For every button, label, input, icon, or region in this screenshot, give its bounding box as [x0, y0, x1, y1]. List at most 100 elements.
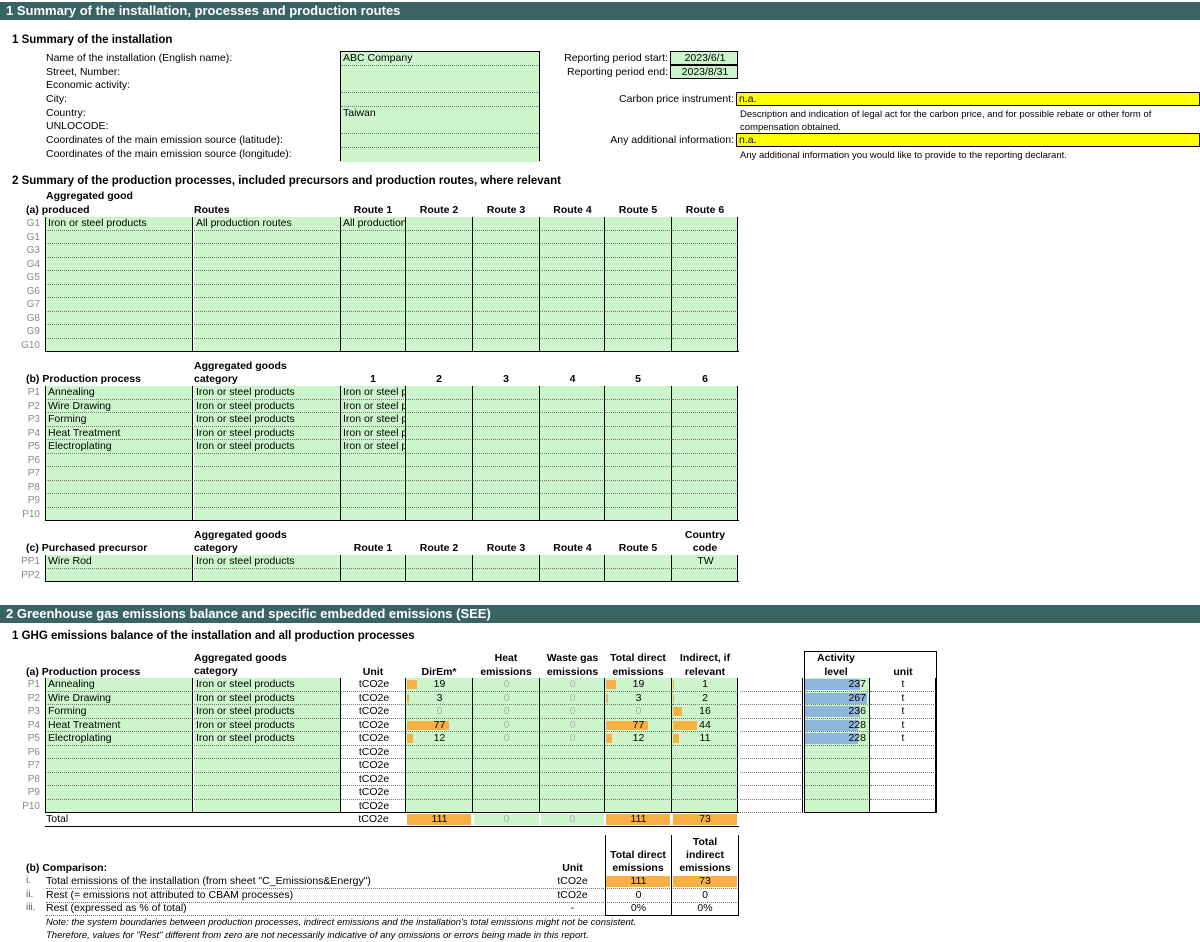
process-cell[interactable] [406, 480, 473, 494]
process-cell[interactable] [194, 480, 341, 494]
goods-cell[interactable] [194, 244, 341, 258]
goods-cell[interactable] [540, 298, 605, 312]
process-cell[interactable] [473, 413, 540, 427]
process-cell[interactable] [473, 426, 540, 440]
goods-cell[interactable] [406, 298, 473, 312]
goods-cell[interactable] [473, 257, 540, 271]
process-cell[interactable] [406, 440, 473, 454]
process-cell[interactable] [406, 399, 473, 413]
process-cell[interactable] [605, 399, 672, 413]
goods-cell[interactable] [672, 311, 738, 325]
precursor-cell[interactable] [540, 555, 605, 569]
process-cell[interactable] [605, 494, 672, 508]
process-cell[interactable] [605, 480, 672, 494]
precursor-cell[interactable]: TW [672, 555, 738, 569]
goods-cell[interactable] [341, 338, 406, 352]
goods-cell[interactable] [406, 271, 473, 285]
precursor-cell[interactable]: Wire Rod [46, 555, 193, 569]
goods-cell[interactable] [194, 257, 341, 271]
process-cell[interactable] [672, 426, 738, 440]
goods-cell[interactable]: All production [341, 217, 406, 231]
process-cell[interactable] [540, 413, 605, 427]
goods-cell[interactable] [46, 338, 193, 352]
process-cell[interactable] [540, 426, 605, 440]
precursor-cell[interactable]: Iron or steel products [194, 555, 341, 569]
goods-cell[interactable] [341, 257, 406, 271]
goods-cell[interactable] [194, 284, 341, 298]
goods-cell[interactable] [406, 230, 473, 244]
unlocode-field[interactable] [341, 120, 539, 134]
precursor-cell[interactable] [341, 555, 406, 569]
longitude-field[interactable] [341, 148, 539, 162]
latitude-field[interactable] [341, 134, 539, 148]
process-cell[interactable] [540, 399, 605, 413]
process-cell[interactable]: Iron or steel products [194, 413, 341, 427]
process-cell[interactable] [341, 467, 406, 481]
goods-cell[interactable] [194, 325, 341, 339]
process-cell[interactable] [46, 480, 193, 494]
process-cell[interactable] [605, 467, 672, 481]
goods-cell[interactable] [46, 230, 193, 244]
process-cell[interactable]: Iron or steel p [341, 399, 406, 413]
process-cell[interactable] [540, 453, 605, 467]
goods-cell[interactable] [406, 325, 473, 339]
goods-cell[interactable] [46, 257, 193, 271]
process-cell[interactable] [672, 494, 738, 508]
goods-cell[interactable] [473, 271, 540, 285]
goods-cell[interactable] [341, 271, 406, 285]
goods-cell[interactable] [341, 230, 406, 244]
process-cell[interactable] [473, 399, 540, 413]
goods-cell[interactable] [540, 257, 605, 271]
process-cell[interactable] [406, 507, 473, 521]
goods-cell[interactable] [473, 325, 540, 339]
process-cell[interactable] [540, 467, 605, 481]
process-cell[interactable] [605, 413, 672, 427]
goods-cell[interactable] [194, 311, 341, 325]
goods-cell[interactable] [194, 271, 341, 285]
process-cell[interactable] [194, 494, 341, 508]
process-cell[interactable] [46, 467, 193, 481]
goods-cell[interactable] [672, 230, 738, 244]
precursor-cell[interactable] [672, 568, 738, 582]
goods-cell[interactable] [672, 217, 738, 231]
process-cell[interactable] [473, 494, 540, 508]
goods-cell[interactable] [605, 271, 672, 285]
precursor-cell[interactable] [341, 568, 406, 582]
goods-cell[interactable] [473, 244, 540, 258]
goods-cell[interactable] [672, 284, 738, 298]
goods-cell[interactable] [540, 271, 605, 285]
process-cell[interactable] [540, 494, 605, 508]
goods-cell[interactable] [672, 298, 738, 312]
carbon-price-field[interactable]: n.a. [736, 92, 1200, 106]
process-cell[interactable] [540, 440, 605, 454]
process-cell[interactable] [406, 386, 473, 400]
process-cell[interactable] [605, 426, 672, 440]
process-cell[interactable] [341, 453, 406, 467]
goods-cell[interactable] [605, 338, 672, 352]
goods-cell[interactable] [341, 244, 406, 258]
process-cell[interactable]: Iron or steel p [341, 440, 406, 454]
process-cell[interactable] [540, 507, 605, 521]
goods-cell[interactable] [46, 311, 193, 325]
goods-cell[interactable] [672, 257, 738, 271]
process-cell[interactable]: Heat Treatment [46, 426, 193, 440]
goods-cell[interactable] [406, 244, 473, 258]
process-cell[interactable] [672, 399, 738, 413]
street-field[interactable] [341, 66, 539, 80]
period-end-field[interactable]: 2023/8/31 [670, 65, 738, 79]
process-cell[interactable]: Annealing [46, 386, 193, 400]
process-cell[interactable] [672, 440, 738, 454]
process-cell[interactable] [672, 467, 738, 481]
city-field[interactable] [341, 93, 539, 107]
goods-cell[interactable] [540, 338, 605, 352]
goods-cell[interactable] [473, 217, 540, 231]
goods-cell[interactable] [672, 244, 738, 258]
precursor-cell[interactable] [540, 568, 605, 582]
process-cell[interactable] [473, 440, 540, 454]
goods-cell[interactable] [341, 325, 406, 339]
goods-cell[interactable] [46, 298, 193, 312]
process-cell[interactable] [540, 386, 605, 400]
goods-cell[interactable] [194, 338, 341, 352]
goods-cell[interactable] [406, 257, 473, 271]
goods-cell[interactable] [540, 244, 605, 258]
